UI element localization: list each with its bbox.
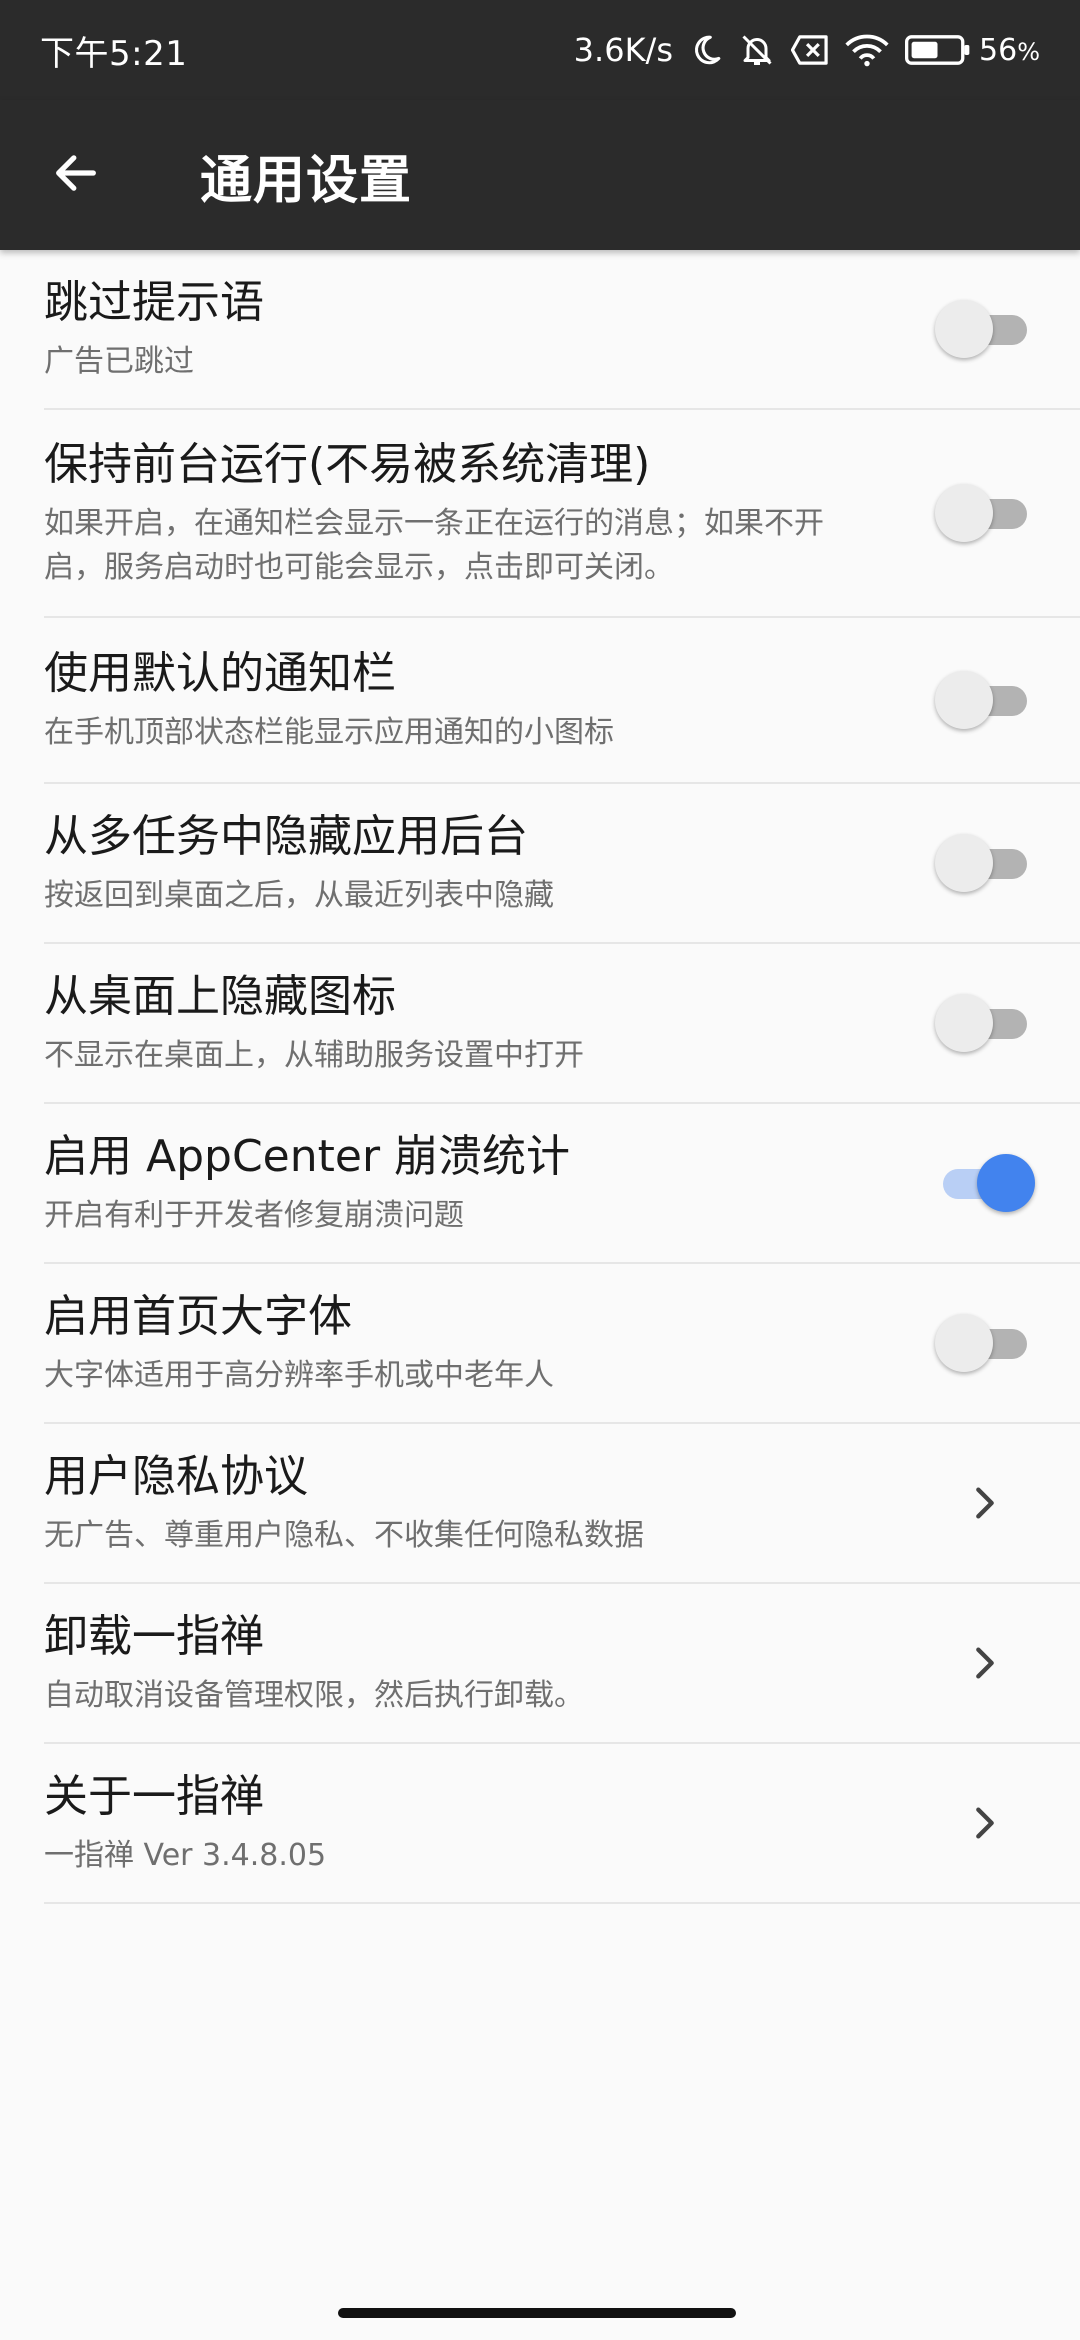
- setting-title: 从多任务中隐藏应用后台: [44, 811, 528, 862]
- status-time: 下午5:21: [40, 33, 188, 74]
- wifi-icon: [845, 33, 889, 67]
- home-indicator[interactable]: [338, 2308, 736, 2318]
- toggle-switch[interactable]: [935, 299, 1035, 359]
- setting-title: 启用首页大字体: [44, 1291, 352, 1342]
- chevron-right-icon: [965, 1803, 1005, 1843]
- setting-desc: 一指禅 Ver 3.4.8.05: [44, 1838, 327, 1873]
- setting-title: 关于一指禅: [44, 1771, 264, 1822]
- moon-icon: [689, 33, 723, 67]
- back-button[interactable]: [16, 100, 136, 250]
- chevron-right-icon: [965, 1483, 1005, 1523]
- setting-desc: 不显示在桌面上，从辅助服务设置中打开: [44, 1038, 584, 1073]
- setting-row-hide-icon[interactable]: 从桌面上隐藏图标 不显示在桌面上，从辅助服务设置中打开: [44, 944, 1080, 1104]
- chevron-right-icon: [965, 1643, 1005, 1683]
- app-bar: 通用设置: [0, 100, 1080, 250]
- page-title: 通用设置: [200, 150, 413, 211]
- battery-percent: 56%: [979, 32, 1040, 68]
- setting-desc: 开启有利于开发者修复崩溃问题: [44, 1198, 464, 1233]
- bell-off-icon: [739, 32, 775, 68]
- setting-title: 从桌面上隐藏图标: [44, 971, 396, 1022]
- setting-title: 卸载一指禅: [44, 1611, 264, 1662]
- setting-desc: 如果开启，在通知栏会显示一条正在运行的消息；如果不开启，服务启动时也可能会显示，…: [44, 506, 824, 585]
- settings-screen: 下午5:21 3.6K/s 56% 通用设置 跳过提示语 广告已跳过 保持前台运…: [0, 0, 1080, 2340]
- arrow-left-icon: [50, 147, 102, 203]
- battery-icon: [905, 33, 971, 67]
- battery-indicator: 56%: [905, 33, 1040, 68]
- setting-title: 启用 AppCenter 崩溃统计: [44, 1131, 571, 1182]
- setting-desc: 大字体适用于高分辨率手机或中老年人: [44, 1358, 554, 1393]
- setting-row-large-font[interactable]: 启用首页大字体 大字体适用于高分辨率手机或中老年人: [44, 1264, 1080, 1424]
- setting-row-keep-foreground[interactable]: 保持前台运行(不易被系统清理) 如果开启，在通知栏会显示一条正在运行的消息；如果…: [44, 410, 1080, 618]
- setting-title: 使用默认的通知栏: [44, 648, 396, 699]
- settings-list: 跳过提示语 广告已跳过 保持前台运行(不易被系统清理) 如果开启，在通知栏会显示…: [0, 250, 1080, 1904]
- setting-row-hide-recents[interactable]: 从多任务中隐藏应用后台 按返回到桌面之后，从最近列表中隐藏: [44, 784, 1080, 944]
- toggle-switch[interactable]: [935, 670, 1035, 730]
- setting-row-privacy-policy[interactable]: 用户隐私协议 无广告、尊重用户隐私、不收集任何隐私数据: [44, 1424, 1080, 1584]
- status-bar: 下午5:21 3.6K/s 56%: [0, 0, 1080, 100]
- status-icons: 3.6K/s 56%: [574, 31, 1040, 69]
- setting-desc: 按返回到桌面之后，从最近列表中隐藏: [44, 878, 554, 913]
- setting-desc: 在手机顶部状态栏能显示应用通知的小图标: [44, 715, 614, 750]
- net-speed: 3.6K/s: [573, 31, 673, 69]
- setting-row-about[interactable]: 关于一指禅 一指禅 Ver 3.4.8.05: [44, 1744, 1080, 1904]
- setting-desc: 无广告、尊重用户隐私、不收集任何隐私数据: [44, 1518, 644, 1553]
- toggle-switch[interactable]: [935, 993, 1035, 1053]
- setting-title: 跳过提示语: [44, 277, 264, 328]
- setting-row-appcenter-crash[interactable]: 启用 AppCenter 崩溃统计 开启有利于开发者修复崩溃问题: [44, 1104, 1080, 1264]
- setting-title: 用户隐私协议: [44, 1451, 308, 1502]
- setting-title: 保持前台运行(不易被系统清理): [44, 439, 651, 490]
- setting-desc: 自动取消设备管理权限，然后执行卸载。: [44, 1678, 584, 1713]
- setting-row-uninstall[interactable]: 卸载一指禅 自动取消设备管理权限，然后执行卸载。: [44, 1584, 1080, 1744]
- toggle-switch[interactable]: [935, 833, 1035, 893]
- sim-x-icon: [791, 33, 829, 67]
- setting-row-skip-tips[interactable]: 跳过提示语 广告已跳过: [44, 250, 1080, 410]
- toggle-switch[interactable]: [935, 1153, 1035, 1213]
- setting-desc: 广告已跳过: [44, 344, 194, 379]
- toggle-switch[interactable]: [935, 483, 1035, 543]
- setting-row-default-notification[interactable]: 使用默认的通知栏 在手机顶部状态栏能显示应用通知的小图标: [44, 618, 1080, 784]
- toggle-switch[interactable]: [935, 1313, 1035, 1373]
